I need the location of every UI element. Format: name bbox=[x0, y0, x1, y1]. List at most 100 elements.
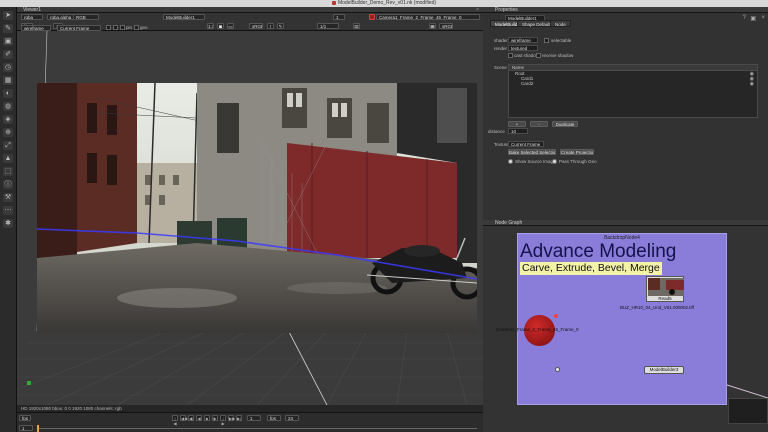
transform-icon[interactable]: ⤢ bbox=[3, 141, 13, 150]
next-frame-icon[interactable]: |▶ bbox=[220, 415, 226, 426]
merge-icon[interactable]: ⊕ bbox=[3, 128, 13, 137]
stop-icon[interactable]: ■ bbox=[204, 415, 210, 421]
colorspace-dropdown[interactable]: RGB bbox=[73, 14, 99, 20]
duplicate-button[interactable]: Duplicate bbox=[552, 121, 578, 127]
paint-icon-viewer[interactable]: ✎ bbox=[277, 23, 284, 29]
create-projection-button[interactable]: Create Projection bbox=[560, 149, 594, 155]
bake-selection-button[interactable]: Bake Selected Selection bbox=[508, 149, 556, 155]
node-graph[interactable]: BackdropNode4 Advance Modeling Carve, Ex… bbox=[483, 226, 768, 432]
filter-icon[interactable]: ◍ bbox=[3, 102, 13, 111]
remove-button[interactable]: - bbox=[530, 121, 548, 127]
window-titlebar: ModelBuilder_Demo_Rev_v01.nk (modified) bbox=[0, 0, 768, 7]
fps-label: fps bbox=[19, 415, 31, 421]
modelbuilder-node[interactable]: ModelBuilder3 bbox=[644, 366, 684, 374]
texture-dropdown[interactable]: Current Frame bbox=[508, 141, 544, 147]
scene-item-card2[interactable]: Card2 bbox=[521, 81, 533, 86]
viewer-viewport[interactable] bbox=[17, 31, 483, 405]
receive-shadow-checkbox[interactable] bbox=[536, 53, 541, 58]
channels-dropdown[interactable]: rgba bbox=[21, 14, 43, 20]
read-node[interactable]: Read5 bbox=[646, 276, 684, 302]
fps-field[interactable]: 24 bbox=[285, 415, 299, 421]
node-graph-minimap[interactable] bbox=[728, 398, 768, 424]
play-backward-icon[interactable]: ◀ bbox=[196, 415, 202, 421]
help-icon[interactable]: ? bbox=[743, 15, 746, 21]
image-icon[interactable]: ▣ bbox=[3, 37, 13, 46]
show-source-radio[interactable] bbox=[508, 159, 513, 164]
paint-icon[interactable]: ✎ bbox=[3, 24, 13, 33]
roi-icon[interactable]: ▭ bbox=[227, 23, 234, 29]
viewer-input-dropdown[interactable]: ModelBuilder1 bbox=[163, 14, 205, 20]
selectable-checkbox[interactable] bbox=[544, 38, 549, 43]
background-plate-image bbox=[37, 83, 477, 333]
distance-field[interactable]: 10 bbox=[508, 128, 528, 134]
pass-through-radio[interactable] bbox=[552, 159, 557, 164]
first-frame-icon[interactable]: |◀ bbox=[172, 415, 178, 426]
read-file-label: BUZ_HR10_04_Und_V01.000002.tiff bbox=[620, 305, 694, 310]
axis-origin-icon bbox=[27, 381, 31, 385]
input-a-dropdown[interactable]: Camera1_Frame_2_Frame_45_Frame_0 bbox=[376, 14, 480, 20]
alley-image bbox=[37, 83, 477, 333]
metadata-icon[interactable]: ⓘ bbox=[3, 180, 13, 189]
backdrop-subheading: Carve, Extrude, Bevel, Merge bbox=[520, 262, 662, 275]
draw-icon[interactable]: ✐ bbox=[3, 50, 13, 59]
modelbuilder-tool-icon[interactable] bbox=[106, 25, 111, 30]
geo-label: geo bbox=[140, 25, 148, 30]
visibility-eye-icon[interactable]: ◉ bbox=[750, 81, 754, 87]
pass-through-label: Pass Through Geo bbox=[559, 159, 597, 164]
backdrop-heading: Advance Modeling bbox=[520, 241, 677, 262]
geo-checkbox[interactable] bbox=[134, 25, 139, 30]
lut-dropdown[interactable]: sRGB bbox=[249, 23, 263, 29]
select-vertex-icon[interactable] bbox=[113, 25, 118, 30]
furnace-icon[interactable]: ✱ bbox=[3, 219, 13, 228]
frame-start-field[interactable]: 1 bbox=[19, 425, 33, 431]
input-a-indicator bbox=[369, 14, 375, 20]
pin-label: pin bbox=[126, 25, 133, 30]
add-button[interactable]: + bbox=[508, 121, 526, 127]
float-panel-icon[interactable]: ▣ bbox=[750, 15, 756, 22]
next-keyframe-icon[interactable]: ▶▶ bbox=[228, 415, 235, 421]
last-frame-icon[interactable]: ▶| bbox=[236, 415, 242, 421]
frame-current-field[interactable]: 1 bbox=[247, 415, 261, 421]
lock-icon[interactable]: ◼ bbox=[217, 23, 224, 29]
time-icon[interactable]: ◷ bbox=[3, 63, 13, 72]
app-icon bbox=[331, 0, 336, 5]
wipe-icon[interactable]: ▤ bbox=[353, 23, 360, 29]
rgb-icon[interactable]: ▩ bbox=[429, 23, 436, 29]
window-title: ModelBuilder_Demo_Rev_v01.nk (modified) bbox=[337, 0, 437, 6]
node-toolbar: ➤ ✎ ▣ ✐ ◷ ▦ ◐ ◍ ◈ ⊕ ⤢ ▲ ⬚ ⓘ ⚒ ⋯ ✱ bbox=[0, 7, 17, 432]
proxy-dropdown[interactable]: 1/1 bbox=[317, 23, 339, 29]
render-dropdown[interactable]: textured bbox=[508, 45, 538, 51]
render-label: render bbox=[494, 46, 508, 51]
zoom-dropdown[interactable]: 1:1 bbox=[207, 23, 214, 29]
color-icon[interactable]: ◐ bbox=[3, 89, 13, 98]
camera-node-label: Camera1_Frame_2_Frame_45_Frame_0 bbox=[496, 327, 579, 332]
toolsets-icon[interactable]: ⚒ bbox=[3, 193, 13, 202]
dot-node[interactable] bbox=[555, 367, 560, 372]
channel-icon[interactable]: ▦ bbox=[3, 76, 13, 85]
scene-list-header bbox=[509, 65, 757, 71]
fps-field-label: fps bbox=[267, 415, 281, 421]
timeline-track[interactable] bbox=[37, 428, 477, 429]
tab-node[interactable]: Node bbox=[550, 20, 571, 27]
shader-dropdown[interactable]: wireframe bbox=[508, 37, 538, 43]
playhead[interactable] bbox=[37, 425, 39, 432]
play-forward-icon[interactable]: ▶ bbox=[212, 415, 218, 421]
pin-checkbox[interactable] bbox=[120, 25, 125, 30]
close-panel-icon[interactable]: × bbox=[761, 15, 765, 21]
clip-warning-icon[interactable]: ! bbox=[267, 23, 274, 29]
pointer-icon[interactable]: ➤ bbox=[3, 11, 13, 20]
gain-field[interactable]: 1 bbox=[333, 14, 345, 20]
timeline[interactable]: fps |◀ ◀◀ ◀| ◀ ■ ▶ |▶ ▶▶ ▶| 1 fps 24 1 bbox=[17, 412, 483, 432]
views-icon[interactable]: ⬚ bbox=[3, 167, 13, 176]
other-icon[interactable]: ⋯ bbox=[3, 206, 13, 215]
backdrop-node[interactable]: BackdropNode4 Advance Modeling Carve, Ex… bbox=[496, 233, 727, 405]
keyer-icon[interactable]: ◈ bbox=[3, 115, 13, 124]
scene-list[interactable]: Name Root Card1 Card2 ◉ ◉ ◉ bbox=[508, 64, 758, 118]
prev-keyframe-icon[interactable]: ◀◀ bbox=[180, 415, 187, 421]
texture-label: Texture bbox=[494, 142, 509, 147]
3d-icon[interactable]: ▲ bbox=[3, 154, 13, 163]
display-lut-dropdown[interactable]: sRGB bbox=[439, 23, 453, 29]
cast-shadow-checkbox[interactable] bbox=[508, 53, 513, 58]
prev-frame-icon[interactable]: ◀| bbox=[188, 415, 194, 421]
distance-label: distance bbox=[488, 129, 505, 134]
